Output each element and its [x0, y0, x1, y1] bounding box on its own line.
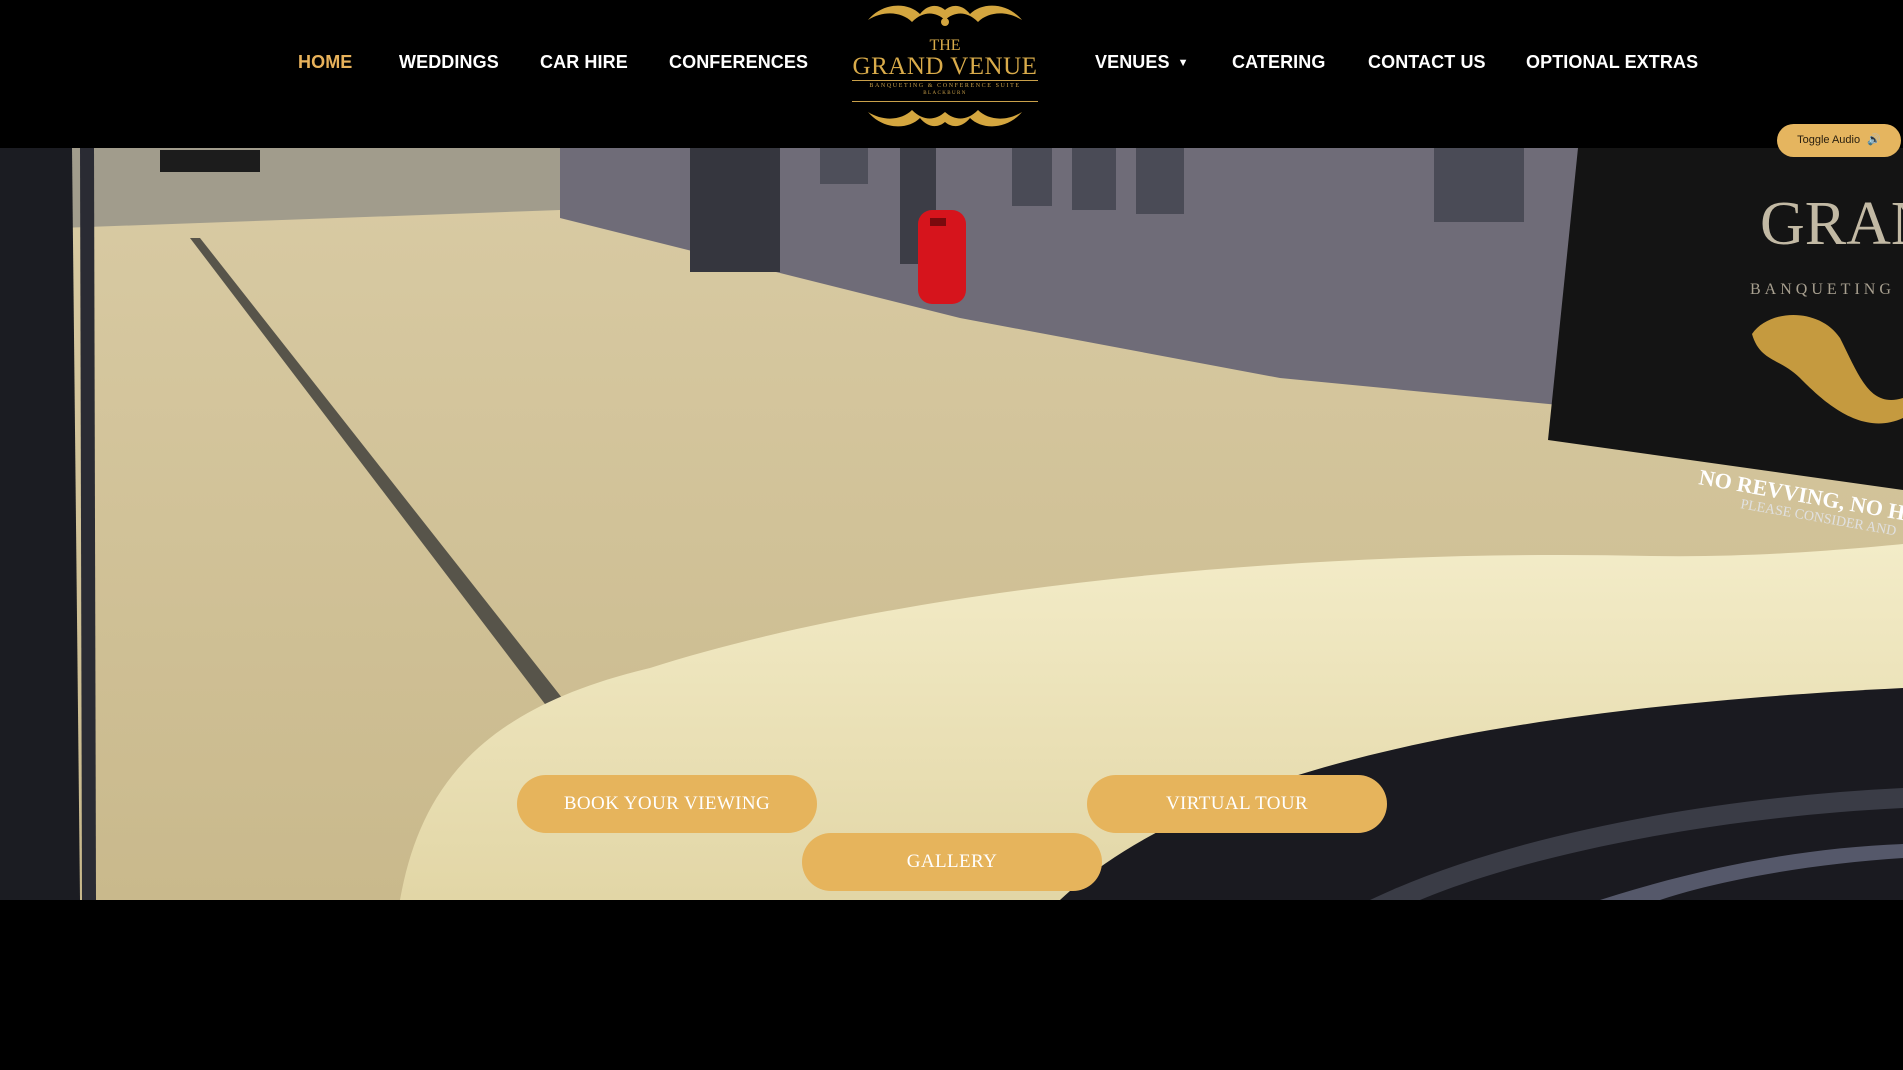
nav-venues[interactable]: VENUES ▼	[1095, 52, 1189, 73]
nav-weddings[interactable]: WEDDINGS	[399, 52, 499, 73]
logo-line-the: THE	[929, 37, 961, 54]
logo-line-subtitle: BANQUETING & CONFERENCE SUITE	[869, 83, 1021, 89]
page: HOME WEDDINGS CAR HIRE CONFERENCES THE G…	[0, 0, 1903, 1070]
sign-text-gran: GRAN	[1760, 190, 1903, 258]
nav-optional-extras[interactable]: OPTIONAL EXTRAS	[1526, 52, 1698, 73]
speaker-icon: 🔊	[1867, 134, 1881, 146]
sign-text-banqueting: BANQUETING	[1750, 281, 1895, 298]
logo-line-city: BLACKBURN	[923, 91, 967, 96]
virtual-tour-button[interactable]: VIRTUAL TOUR	[1087, 775, 1387, 833]
logo-line-grand-venue: GRAND VENUE	[852, 53, 1038, 80]
site-logo[interactable]: THE GRAND VENUE BANQUETING & CONFERENCE …	[848, 0, 1042, 130]
nav-contact-us[interactable]: CONTACT US	[1368, 52, 1486, 73]
chevron-down-icon: ▼	[1177, 57, 1189, 69]
book-viewing-button[interactable]: BOOK YOUR VIEWING	[517, 775, 817, 833]
nav-catering[interactable]: CATERING	[1232, 52, 1325, 73]
nav-conferences[interactable]: CONFERENCES	[669, 52, 808, 73]
toggle-audio-button[interactable]: Toggle Audio 🔊	[1777, 124, 1901, 157]
site-header: HOME WEDDINGS CAR HIRE CONFERENCES THE G…	[0, 0, 1903, 148]
nav-car-hire[interactable]: CAR HIRE	[540, 52, 628, 73]
hero-video: GRAN BANQUETING NO REVVING, NO HO PLEASE…	[0, 148, 1903, 900]
hero-video-frame: GRAN BANQUETING NO REVVING, NO HO PLEASE…	[0, 148, 1903, 900]
nav-home[interactable]: HOME	[298, 52, 352, 73]
toggle-audio-label: Toggle Audio	[1797, 134, 1861, 146]
gallery-button[interactable]: GALLERY	[802, 833, 1102, 891]
nav-venues-label: VENUES	[1095, 52, 1170, 72]
